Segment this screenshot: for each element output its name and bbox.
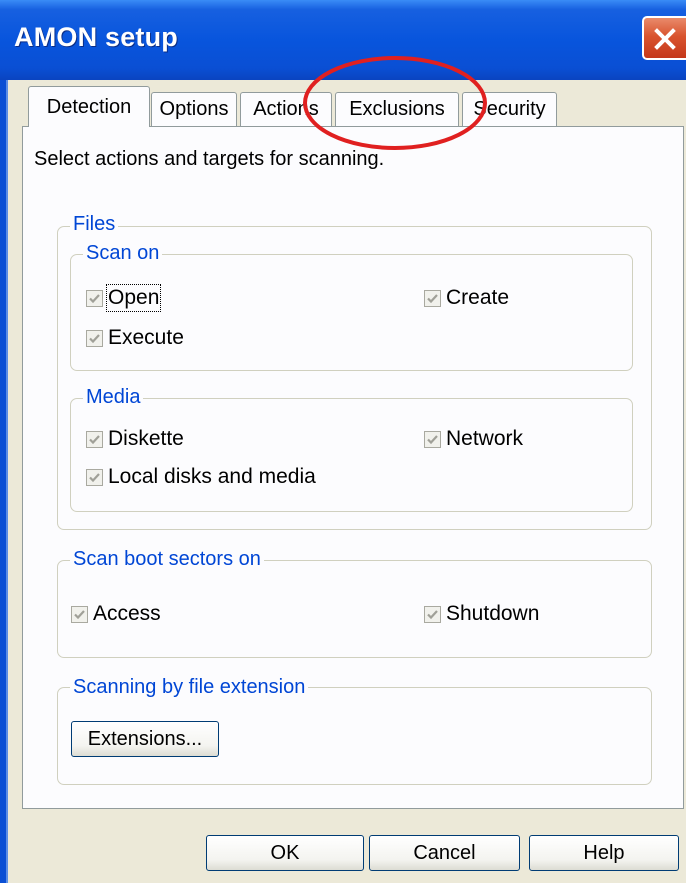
checkbox-box[interactable]	[424, 605, 441, 623]
tab-label: Options	[159, 98, 229, 120]
checkbox-box[interactable]	[424, 430, 441, 448]
checkbox-box[interactable]	[86, 289, 103, 307]
tab-label: Security	[473, 98, 546, 120]
access-checkbox[interactable]: Access	[71, 602, 161, 626]
scan-on-group-label: Scan on	[83, 242, 163, 264]
cancel-button-label: Cancel	[413, 841, 476, 864]
close-icon	[654, 28, 676, 50]
checkbox-box[interactable]	[86, 468, 103, 486]
scan-on-group	[70, 254, 633, 371]
ok-button[interactable]: OK	[206, 835, 364, 871]
shutdown-checkbox[interactable]: Shutdown	[424, 602, 539, 626]
file-extension-group-label: Scanning by file extension	[70, 676, 309, 698]
tab-detection[interactable]: Detection	[28, 86, 150, 127]
checkbox-box[interactable]	[71, 605, 88, 623]
boot-sectors-group-label: Scan boot sectors on	[70, 548, 264, 570]
checkmark-icon	[427, 434, 438, 444]
network-label: Network	[446, 427, 524, 450]
instructions-text: Select actions and targets for scanning.	[34, 148, 385, 170]
access-label: Access	[93, 602, 161, 625]
checkbox-box[interactable]	[86, 329, 103, 347]
local-disks-label: Local disks and media	[108, 465, 316, 488]
cancel-button[interactable]: Cancel	[369, 835, 520, 871]
diskette-label: Diskette	[108, 427, 184, 450]
create-checkbox[interactable]: Create	[424, 286, 509, 310]
tab-security[interactable]: Security	[462, 92, 557, 126]
tab-label: Actions	[253, 98, 319, 120]
tab-actions[interactable]: Actions	[240, 92, 332, 126]
title-bar[interactable]: AMON setup	[0, 0, 686, 80]
checkbox-box[interactable]	[424, 289, 441, 307]
local-disks-checkbox[interactable]: Local disks and media	[86, 465, 316, 489]
tab-options[interactable]: Options	[151, 92, 237, 126]
files-group-label: Files	[70, 213, 119, 235]
window-frame-left	[0, 80, 8, 883]
tab-label: Exclusions	[349, 98, 445, 120]
open-label: Open	[105, 284, 162, 312]
checkmark-icon	[74, 609, 85, 619]
checkmark-icon	[427, 293, 438, 303]
checkmark-icon	[427, 609, 438, 619]
shutdown-label: Shutdown	[446, 602, 540, 625]
extensions-button[interactable]: Extensions...	[71, 721, 219, 757]
checkmark-icon	[89, 472, 100, 482]
execute-checkbox[interactable]: Execute	[86, 326, 184, 350]
execute-label: Execute	[108, 326, 184, 349]
checkmark-icon	[89, 434, 100, 444]
extensions-button-label: Extensions...	[87, 727, 203, 750]
checkmark-icon	[89, 293, 100, 303]
close-button[interactable]	[642, 16, 686, 60]
checkbox-box[interactable]	[86, 430, 103, 448]
window-title: AMON setup	[14, 22, 178, 52]
tab-exclusions[interactable]: Exclusions	[335, 92, 459, 126]
amon-setup-dialog: AMON setup Detection Options Actions Exc…	[0, 0, 686, 883]
media-group	[70, 398, 633, 512]
network-checkbox[interactable]: Network	[424, 427, 523, 451]
ok-button-label: OK	[270, 841, 300, 864]
help-button[interactable]: Help	[529, 835, 679, 871]
diskette-checkbox[interactable]: Diskette	[86, 427, 184, 451]
media-group-label: Media	[83, 386, 144, 408]
tab-label: Detection	[46, 95, 132, 118]
checkmark-icon	[89, 333, 100, 343]
help-button-label: Help	[583, 841, 625, 864]
create-label: Create	[446, 286, 510, 309]
open-checkbox[interactable]: Open	[86, 284, 162, 312]
